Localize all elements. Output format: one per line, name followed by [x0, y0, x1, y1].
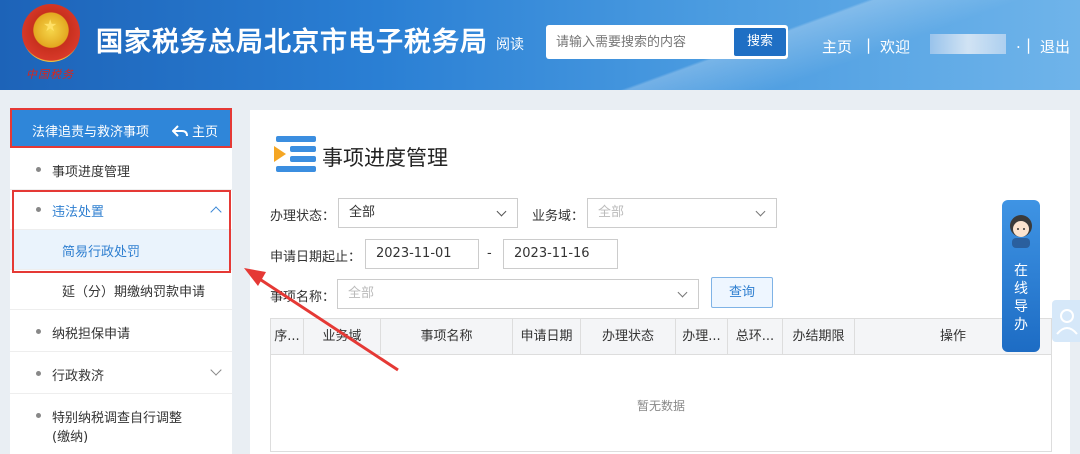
sidebar-home-link[interactable]: 主页 [171, 121, 219, 140]
guide-char: 线 [1014, 281, 1028, 297]
column-header[interactable]: 业务域 [304, 319, 381, 355]
sidebar-home-label: 主页 [192, 125, 219, 140]
domain-label: 业务域： [532, 209, 585, 224]
list-icon [274, 136, 316, 172]
sidebar-item-label: 事项进度管理 [52, 165, 131, 180]
search-box: 搜索 [546, 25, 788, 59]
sidebar-title: 法律追责与救济事项 [32, 125, 150, 140]
bullet-icon [36, 167, 41, 172]
sidebar-item-deferred-fine[interactable]: 延（分）期缴纳罚款申请 [10, 270, 232, 310]
date-label: 申请日期起止： [270, 250, 362, 265]
logout-link[interactable]: 退出 [1040, 36, 1070, 57]
sidebar-item-special-adjustment[interactable]: 特别纳税调查自行调整 (缴纳) [10, 394, 232, 454]
status-select[interactable]: 全部 [338, 198, 518, 228]
status-label: 办理状态： [270, 209, 336, 224]
sidebar-item-violation[interactable]: 违法处置 [10, 190, 232, 230]
chevron-down-icon [755, 206, 766, 217]
empty-state: 暂无数据 [636, 399, 685, 413]
sidebar-item-label: 简易行政处罚 [62, 245, 141, 260]
sidebar-item-progress[interactable]: 事项进度管理 [10, 148, 232, 190]
site-title: 国家税务总局北京市电子税务局 [96, 27, 488, 58]
domain-select-value: 全部 [598, 205, 625, 220]
query-button[interactable]: 查询 [711, 277, 773, 308]
sidebar-item-label: 行政救济 [52, 369, 105, 384]
item-select[interactable]: 全部 [337, 279, 699, 309]
domain-select[interactable]: 全部 [587, 198, 777, 228]
sidebar-item-label: 延（分）期缴纳罚款申请 [62, 285, 206, 300]
item-select-value: 全部 [348, 286, 375, 301]
emblem-caption: 中国税务 [26, 68, 74, 81]
guide-char: 办 [1014, 317, 1028, 333]
table-header: 序... 业务域 事项名称 申请日期 办理状态 办理... 总环... 办结期限… [271, 319, 1051, 355]
chevron-down-icon [496, 206, 507, 217]
sidebar-item-guarantee[interactable]: 纳税担保申请 [10, 310, 232, 352]
column-header[interactable]: 序... [271, 319, 304, 355]
column-header[interactable]: 办理... [676, 319, 728, 355]
back-arrow-icon [171, 125, 188, 137]
date-end-input[interactable]: 2023-11-16 [503, 239, 618, 269]
guide-char: 在 [1014, 263, 1028, 279]
sidebar-item-label: 纳税担保申请 [52, 327, 131, 342]
guide-char: 导 [1014, 299, 1028, 315]
status-select-value: 全部 [349, 205, 376, 220]
user-side-tab[interactable] [1052, 300, 1080, 342]
sidebar: 法律追责与救济事项 主页 事项进度管理 违法处置 简易行政处罚 延（分）期缴纳罚… [10, 108, 232, 454]
online-guide-button[interactable]: 在 线 导 办 [1002, 200, 1040, 352]
bullet-icon [36, 371, 41, 376]
nav-home-link[interactable]: 主页 [822, 36, 852, 57]
sidebar-item-simple-penalty[interactable]: 简易行政处罚 [10, 230, 232, 270]
chevron-down-icon [210, 364, 222, 376]
sidebar-header: 法律追责与救济事项 主页 [10, 108, 232, 148]
sidebar-item-label: 特别纳税调查自行调整 [52, 411, 183, 426]
results-table: 序... 业务域 事项名称 申请日期 办理状态 办理... 总环... 办结期限… [270, 318, 1052, 452]
bullet-icon [36, 207, 41, 212]
nav-separator: | [1026, 36, 1032, 54]
bullet-icon [36, 329, 41, 334]
search-input[interactable] [546, 25, 732, 59]
date-separator: - [487, 246, 492, 261]
column-header[interactable]: 事项名称 [381, 319, 513, 355]
site-header: ★ 中国税务 国家税务总局北京市电子税务局 阅读 搜索 主页 | 欢迎 . | … [0, 0, 1080, 90]
tax-emblem-icon: ★ [22, 4, 80, 62]
nav-separator: | [866, 36, 872, 54]
column-header[interactable]: 办理状态 [581, 319, 676, 355]
sidebar-item-label: (缴纳) [52, 430, 89, 445]
column-header[interactable]: 办结期限 [783, 319, 855, 355]
user-name-redacted [930, 34, 1006, 54]
bullet-icon [36, 413, 41, 418]
page-title: 事项进度管理 [322, 146, 448, 170]
user-icon [1056, 309, 1078, 335]
chevron-down-icon [677, 287, 688, 298]
column-header[interactable]: 总环... [728, 319, 783, 355]
welcome-text: 欢迎 [880, 38, 911, 56]
search-button[interactable]: 搜索 [734, 28, 786, 56]
name-dot: . [1016, 34, 1021, 52]
assistant-avatar-icon [1010, 215, 1032, 248]
sidebar-item-relief[interactable]: 行政救济 [10, 352, 232, 394]
date-start-input[interactable]: 2023-11-01 [365, 239, 479, 269]
item-label: 事项名称： [270, 290, 336, 305]
online-guide-text: 在 线 导 办 [1002, 262, 1040, 334]
sidebar-item-label: 违法处置 [52, 205, 105, 220]
read-link[interactable]: 阅读 [496, 34, 524, 54]
chevron-up-icon [210, 206, 222, 218]
column-header[interactable]: 申请日期 [513, 319, 581, 355]
